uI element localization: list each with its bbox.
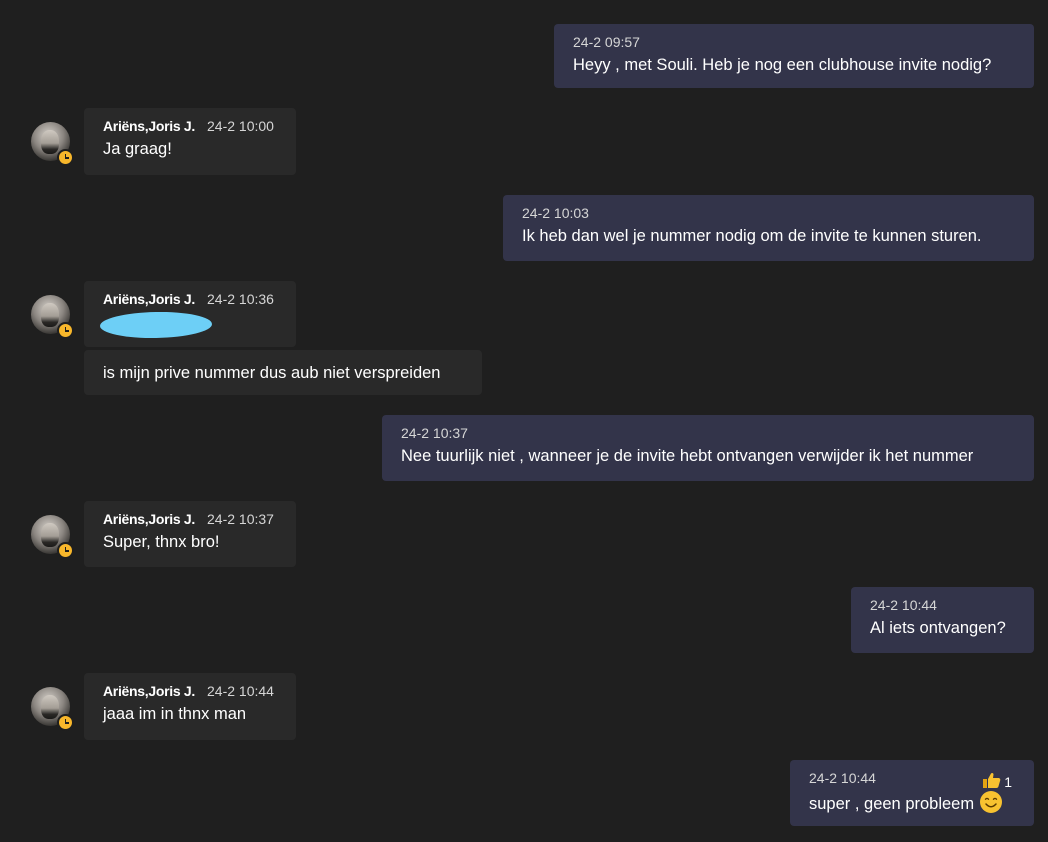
away-status-icon [57, 322, 74, 339]
message-bubble-sent[interactable]: 24-2 09:57 Heyy , met Souli. Heb je nog … [554, 24, 1034, 88]
message-text: Nee tuurlijk niet , wanneer je de invite… [401, 447, 974, 465]
avatar[interactable] [31, 122, 74, 166]
avatar-photo [41, 303, 59, 327]
sender-name[interactable]: Ariëns,Joris J. [103, 683, 195, 699]
away-status-icon [57, 714, 74, 731]
message-text: jaaa im in thnx man [103, 705, 247, 723]
message-bubble-sent[interactable]: 24-2 10:37 Nee tuurlijk niet , wanneer j… [382, 415, 1034, 481]
reaction-summary[interactable]: 1 [982, 772, 1012, 791]
message-text: Super, thnx bro! [103, 533, 220, 551]
message-timestamp: 24-2 09:57 [573, 34, 640, 50]
message-bubble-sent[interactable]: 24-2 10:03 Ik heb dan wel je nummer nodi… [503, 195, 1034, 261]
message-header: Ariëns,Joris J. 24-2 10:36 [103, 291, 277, 308]
message-text-content: super , geen probleem [809, 795, 975, 813]
message-header: Ariëns,Joris J. 24-2 10:44 [103, 683, 277, 700]
message-text: Al iets ontvangen? [870, 619, 1006, 637]
chat-thread: 24-2 09:57 Heyy , met Souli. Heb je nog … [0, 0, 1048, 842]
away-status-icon [57, 542, 74, 559]
message-text: Heyy , met Souli. Heb je nog een clubhou… [573, 56, 992, 74]
avatar[interactable] [31, 687, 74, 731]
message-timestamp: 24-2 10:37 [401, 425, 468, 441]
sender-name[interactable]: Ariëns,Joris J. [103, 291, 195, 307]
sender-name[interactable]: Ariëns,Joris J. [103, 118, 195, 134]
away-status-icon [57, 149, 74, 166]
message-timestamp: 24-2 10:44 [207, 683, 274, 699]
message-text: super , geen probleem [809, 790, 1015, 815]
avatar[interactable] [31, 515, 74, 559]
message-header: Ariëns,Joris J. 24-2 10:00 [103, 118, 277, 135]
message-timestamp: 24-2 10:36 [207, 291, 274, 307]
avatar[interactable] [31, 295, 74, 339]
message-bubble-received[interactable]: Ariëns,Joris J. 24-2 10:36 [84, 281, 296, 347]
message-text: Ik heb dan wel je nummer nodig om de inv… [522, 227, 982, 245]
avatar-photo [41, 130, 59, 154]
message-text: is mijn prive nummer dus aub niet verspr… [103, 364, 441, 382]
message-bubble-received[interactable]: Ariëns,Joris J. 24-2 10:44 jaaa im in thn… [84, 673, 296, 740]
redaction-mark [99, 311, 213, 339]
thumbs-up-icon [983, 772, 1001, 788]
message-bubble-received[interactable]: Ariëns,Joris J. 24-2 10:00 Ja graag! [84, 108, 296, 175]
message-timestamp: 24-2 10:00 [207, 118, 274, 134]
message-timestamp: 24-2 10:44 [870, 597, 937, 613]
message-bubble-sent[interactable]: 24-2 10:44 Al iets ontvangen? [851, 587, 1034, 653]
message-text: Ja graag! [103, 140, 172, 158]
avatar-photo [41, 695, 59, 719]
message-bubble-received[interactable]: is mijn prive nummer dus aub niet verspr… [84, 350, 482, 395]
message-header: Ariëns,Joris J. 24-2 10:37 [103, 511, 277, 528]
message-bubble-received[interactable]: Ariëns,Joris J. 24-2 10:37 Super, thnx br… [84, 501, 296, 567]
message-bubble-sent[interactable]: 24-2 10:44 1 super , geen probleem [790, 760, 1034, 826]
avatar-photo [41, 523, 59, 547]
message-timestamp: 24-2 10:03 [522, 205, 589, 221]
message-timestamp: 24-2 10:37 [207, 511, 274, 527]
reaction-count: 1 [1004, 774, 1012, 790]
smiling-face-icon [980, 791, 1003, 813]
sender-name[interactable]: Ariëns,Joris J. [103, 511, 195, 527]
